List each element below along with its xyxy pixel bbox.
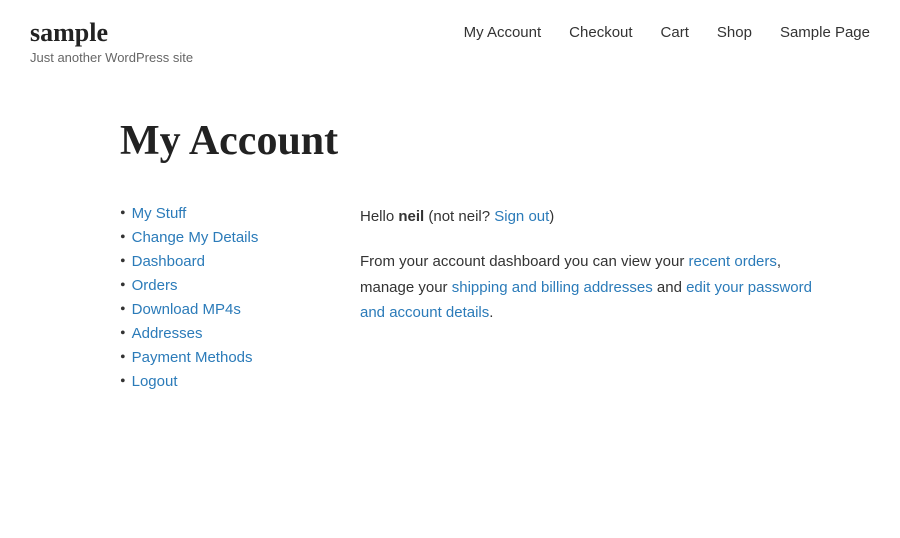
hello-prefix: Hello <box>360 208 398 225</box>
sign-out-link[interactable]: Sign out <box>494 208 549 225</box>
account-nav-list: My Stuff Change My Details Dashboard Ord… <box>120 205 300 391</box>
nav-my-account[interactable]: My Account <box>464 24 542 41</box>
nav-sample-page[interactable]: Sample Page <box>780 24 870 41</box>
dashboard-prefix: From your account dashboard you can view… <box>360 253 689 270</box>
nav-checkout[interactable]: Checkout <box>569 24 632 41</box>
hello-suffix: ) <box>549 208 554 225</box>
nav-change-my-details[interactable]: Change My Details <box>132 229 259 246</box>
hello-username: neil <box>398 208 424 225</box>
nav-addresses[interactable]: Addresses <box>132 325 203 342</box>
hello-middle: (not neil? <box>424 208 494 225</box>
dashboard-description: From your account dashboard you can view… <box>360 249 820 326</box>
main-content: My Account My Stuff Change My Details Da… <box>0 77 900 437</box>
nav-cart[interactable]: Cart <box>661 24 689 41</box>
nav-dashboard[interactable]: Dashboard <box>132 253 205 270</box>
list-item: Logout <box>120 373 300 391</box>
nav-payment-methods[interactable]: Payment Methods <box>132 349 253 366</box>
nav-download-mp4s[interactable]: Download MP4s <box>132 301 241 318</box>
site-header: sample Just another WordPress site My Ac… <box>0 0 900 77</box>
shipping-billing-link[interactable]: shipping and billing addresses <box>452 279 653 296</box>
dashboard-suffix: . <box>489 304 493 321</box>
list-item: Orders <box>120 277 300 295</box>
nav-my-stuff[interactable]: My Stuff <box>132 205 187 222</box>
site-title: sample <box>30 18 193 48</box>
list-item: My Stuff <box>120 205 300 223</box>
page-title: My Account <box>120 117 820 165</box>
list-item: Download MP4s <box>120 301 300 319</box>
list-item: Dashboard <box>120 253 300 271</box>
account-content: Hello neil (not neil? Sign out) From you… <box>360 205 820 326</box>
nav-shop[interactable]: Shop <box>717 24 752 41</box>
site-nav: My Account Checkout Cart Shop Sample Pag… <box>464 18 870 41</box>
account-layout: My Stuff Change My Details Dashboard Ord… <box>120 205 820 397</box>
site-branding: sample Just another WordPress site <box>30 18 193 65</box>
site-tagline: Just another WordPress site <box>30 50 193 65</box>
recent-orders-link[interactable]: recent orders <box>689 253 777 270</box>
list-item: Change My Details <box>120 229 300 247</box>
dashboard-and: and <box>653 279 686 296</box>
list-item: Payment Methods <box>120 349 300 367</box>
account-nav: My Stuff Change My Details Dashboard Ord… <box>120 205 300 397</box>
list-item: Addresses <box>120 325 300 343</box>
hello-text: Hello neil (not neil? Sign out) <box>360 205 820 229</box>
nav-logout[interactable]: Logout <box>132 373 178 390</box>
nav-orders[interactable]: Orders <box>132 277 178 294</box>
